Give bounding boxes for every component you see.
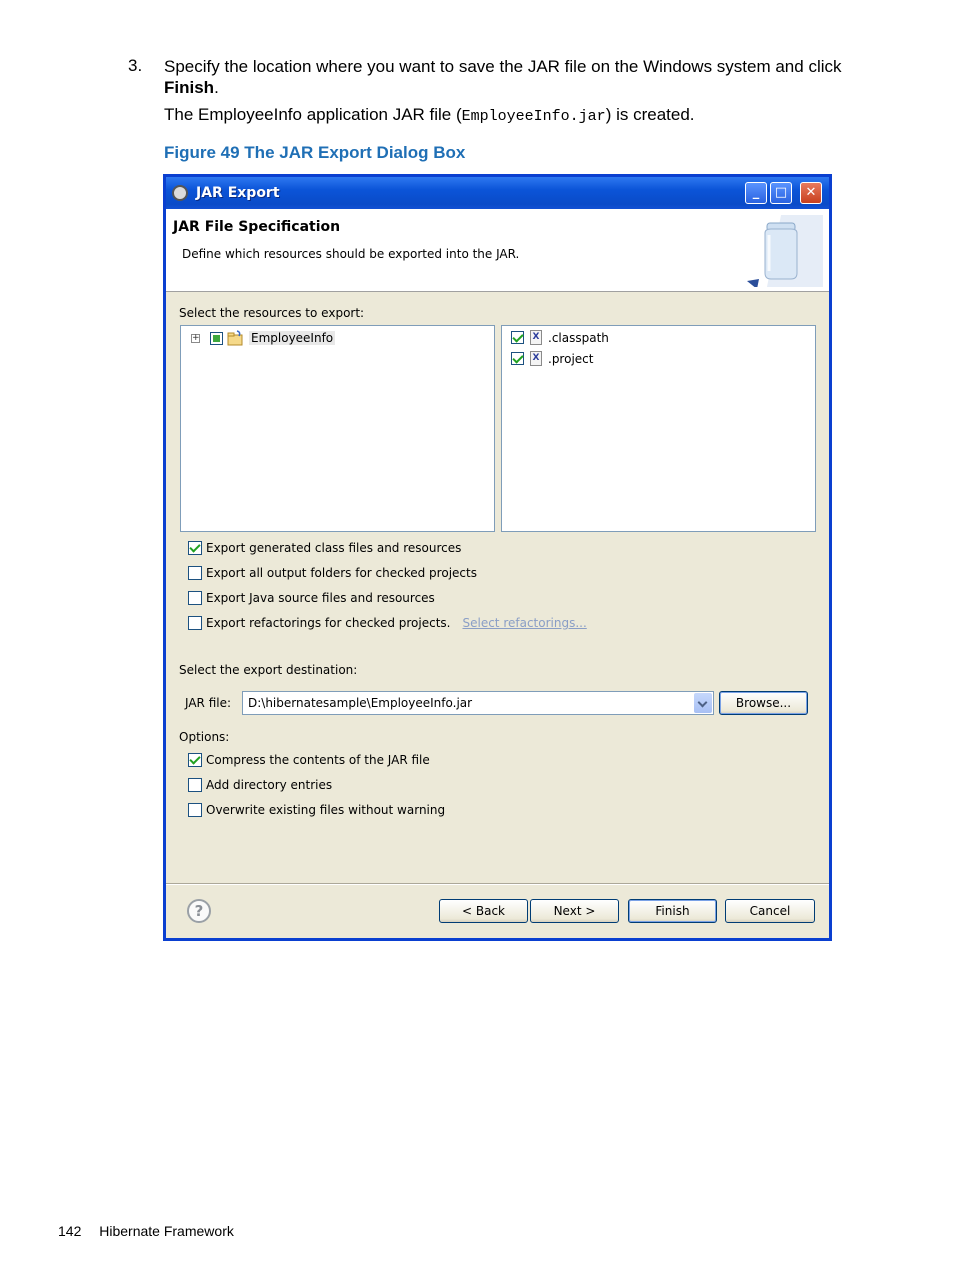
project-tree-panel: + EmployeeInfo [180, 325, 495, 532]
step-period: . [214, 78, 219, 97]
step-instruction: Specify the location where you want to s… [164, 57, 842, 76]
expand-icon[interactable]: + [191, 333, 200, 343]
export-source-files-option[interactable]: Export Java source files and resources [188, 591, 435, 605]
dialog-title: JAR Export [196, 185, 280, 201]
page-footer: 142 Hibernate Framework [58, 1223, 234, 1239]
export-class-files-option[interactable]: Export generated class files and resourc… [188, 541, 461, 555]
banner-title: JAR File Specification [173, 219, 341, 235]
option-label: Overwrite existing files without warning [206, 803, 446, 817]
finish-button[interactable]: Finish [628, 899, 717, 923]
eclipse-icon [172, 185, 188, 201]
jar-file-combo[interactable]: D:\hibernatesample\EmployeeInfo.jar [242, 691, 714, 715]
file-label: .classpath [548, 330, 609, 345]
select-refactorings-link[interactable]: Select refactorings... [462, 616, 586, 630]
file-list-panel: X .classpath X .project [501, 325, 816, 532]
next-button[interactable]: Next > [530, 899, 619, 923]
checkbox[interactable] [188, 566, 202, 580]
help-icon[interactable]: ? [187, 899, 211, 923]
page-number: 142 [58, 1223, 82, 1239]
close-button[interactable]: ✕ [800, 182, 822, 204]
cancel-button[interactable]: Cancel [725, 899, 815, 923]
checkbox[interactable] [188, 778, 202, 792]
resources-label: Select the resources to export: [179, 306, 365, 320]
step-text: Specify the location where you want to s… [164, 56, 854, 98]
options-label: Options: [179, 730, 230, 744]
directory-entries-option[interactable]: Add directory entries [188, 778, 332, 792]
jar-export-dialog: JAR Export _ □ ✕ JAR File Specification … [163, 174, 832, 941]
chapter-title: Hibernate Framework [99, 1223, 234, 1239]
result-prefix: The EmployeeInfo application JAR file ( [164, 105, 462, 124]
xml-file-icon: X [530, 351, 542, 366]
result-suffix: ) is created. [605, 105, 695, 124]
file-checkbox[interactable] [511, 331, 524, 344]
banner-description: Define which resources should be exporte… [182, 247, 520, 261]
checkbox[interactable] [188, 616, 202, 630]
export-output-folders-option[interactable]: Export all output folders for checked pr… [188, 566, 477, 580]
button-bar-separator [166, 883, 829, 885]
option-label: Export refactorings for checked projects… [206, 616, 451, 630]
step-number: 3. [128, 56, 143, 75]
checkbox[interactable] [188, 753, 202, 767]
file-checkbox[interactable] [511, 352, 524, 365]
xml-file-icon: X [530, 330, 542, 345]
export-refactorings-option[interactable]: Export refactorings for checked projects… [188, 616, 587, 630]
option-label: Add directory entries [206, 778, 333, 792]
result-code: EmployeeInfo.jar [461, 108, 606, 125]
wizard-banner: JAR File Specification Define which reso… [166, 209, 829, 292]
option-label: Export all output folders for checked pr… [206, 566, 477, 580]
browse-button[interactable]: Browse... [719, 691, 808, 715]
compress-option[interactable]: Compress the contents of the JAR file [188, 753, 430, 767]
checkbox[interactable] [188, 803, 202, 817]
tree-item-label: EmployeeInfo [249, 331, 336, 345]
java-project-icon [227, 330, 243, 346]
minimize-button[interactable]: _ [745, 182, 767, 204]
jar-icon [747, 215, 823, 287]
option-label: Compress the contents of the JAR file [206, 753, 430, 767]
back-button[interactable]: < Back [439, 899, 528, 923]
maximize-button[interactable]: □ [770, 182, 792, 204]
jar-file-label: JAR file: [185, 696, 232, 710]
jar-file-value: D:\hibernatesample\EmployeeInfo.jar [248, 696, 473, 710]
file-label: .project [548, 351, 594, 366]
checkbox[interactable] [188, 541, 202, 555]
title-bar[interactable]: JAR Export _ □ ✕ [166, 177, 829, 209]
option-label: Export generated class files and resourc… [206, 541, 462, 555]
figure-caption: Figure 49 The JAR Export Dialog Box [164, 143, 466, 162]
file-row-classpath[interactable]: X .classpath [511, 330, 609, 345]
result-line: The EmployeeInfo application JAR file (E… [164, 104, 695, 127]
chevron-down-icon[interactable] [694, 693, 712, 713]
file-row-project[interactable]: X .project [511, 351, 593, 366]
tree-checkbox[interactable] [210, 331, 223, 345]
destination-label: Select the export destination: [179, 663, 358, 677]
option-label: Export Java source files and resources [206, 591, 435, 605]
step-finish-keyword: Finish [164, 78, 215, 97]
checkbox[interactable] [188, 591, 202, 605]
overwrite-option[interactable]: Overwrite existing files without warning [188, 803, 445, 817]
tree-item-employeeinfo[interactable]: + EmployeeInfo [191, 330, 336, 346]
